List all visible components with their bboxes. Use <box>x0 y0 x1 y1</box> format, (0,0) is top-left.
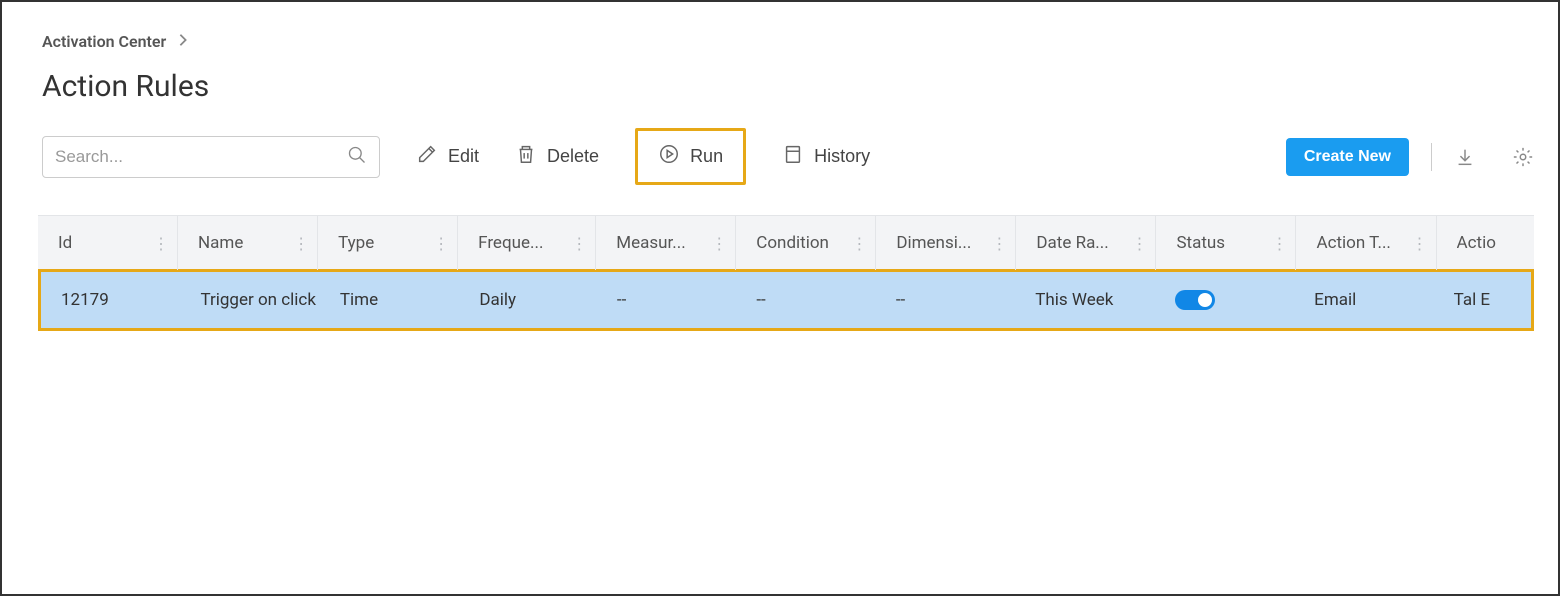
edit-label: Edit <box>448 146 479 167</box>
column-menu-icon[interactable]: ⋮ <box>153 234 169 253</box>
cell-type: Time <box>320 272 459 328</box>
edit-button[interactable]: Edit <box>416 143 479 170</box>
data-table: Id⋮ Name⋮ Type⋮ Freque...⋮ Measur...⋮ Co… <box>38 215 1534 331</box>
status-toggle[interactable] <box>1175 290 1215 310</box>
column-header-type[interactable]: Type⋮ <box>318 216 458 270</box>
settings-button[interactable] <box>1512 146 1534 168</box>
search-box[interactable] <box>42 136 380 178</box>
toggle-knob <box>1198 293 1212 307</box>
toolbar: Edit Delete Run History Create New <box>2 128 1558 185</box>
cell-measure: -- <box>597 272 736 328</box>
history-icon <box>782 143 804 170</box>
column-header-dimension[interactable]: Dimensi...⋮ <box>876 216 1016 270</box>
breadcrumb-item[interactable]: Activation Center <box>42 32 166 51</box>
cell-status <box>1155 272 1294 328</box>
chevron-right-icon <box>178 32 188 51</box>
page-title: Action Rules <box>2 69 1558 104</box>
column-header-frequency[interactable]: Freque...⋮ <box>458 216 596 270</box>
run-label: Run <box>690 146 723 167</box>
column-menu-icon[interactable]: ⋮ <box>293 234 309 253</box>
column-header-action-type[interactable]: Action T...⋮ <box>1296 216 1436 270</box>
run-button[interactable]: Run <box>635 128 746 185</box>
column-menu-icon[interactable]: ⋮ <box>433 234 449 253</box>
trash-icon <box>515 143 537 170</box>
table-row[interactable]: 12179 Trigger on click Time Daily -- -- … <box>38 269 1534 331</box>
column-header-id[interactable]: Id⋮ <box>38 216 178 270</box>
column-menu-icon[interactable]: ⋮ <box>991 234 1007 253</box>
column-menu-icon[interactable]: ⋮ <box>1412 234 1428 253</box>
cell-action-type: Email <box>1294 272 1433 328</box>
cell-condition: -- <box>736 272 875 328</box>
download-button[interactable] <box>1454 146 1476 168</box>
column-menu-icon[interactable]: ⋮ <box>711 234 727 253</box>
column-menu-icon[interactable]: ⋮ <box>851 234 867 253</box>
delete-label: Delete <box>547 146 599 167</box>
create-new-button[interactable]: Create New <box>1286 138 1409 176</box>
delete-button[interactable]: Delete <box>515 143 599 170</box>
column-menu-icon[interactable]: ⋮ <box>571 234 587 253</box>
cell-name: Trigger on click <box>180 272 319 328</box>
history-button[interactable]: History <box>782 143 870 170</box>
column-menu-icon[interactable]: ⋮ <box>1271 234 1287 253</box>
column-header-condition[interactable]: Condition⋮ <box>736 216 876 270</box>
column-header-name[interactable]: Name⋮ <box>178 216 318 270</box>
table-header: Id⋮ Name⋮ Type⋮ Freque...⋮ Measur...⋮ Co… <box>38 215 1534 271</box>
cell-frequency: Daily <box>459 272 597 328</box>
column-menu-icon[interactable]: ⋮ <box>1131 234 1147 253</box>
search-icon[interactable] <box>347 145 367 169</box>
pencil-icon <box>416 143 438 170</box>
play-circle-icon <box>658 143 680 170</box>
column-header-action[interactable]: Actio <box>1437 216 1535 270</box>
search-input[interactable] <box>55 147 339 167</box>
cell-id: 12179 <box>41 272 180 328</box>
breadcrumb: Activation Center <box>2 32 1558 51</box>
column-header-date-range[interactable]: Date Ra...⋮ <box>1016 216 1156 270</box>
history-label: History <box>814 146 870 167</box>
cell-dimension: -- <box>876 272 1015 328</box>
cell-date-range: This Week <box>1015 272 1154 328</box>
divider <box>1431 143 1432 171</box>
column-header-measure[interactable]: Measur...⋮ <box>596 216 736 270</box>
cell-action: Tal E <box>1434 272 1531 328</box>
column-header-status[interactable]: Status⋮ <box>1156 216 1296 270</box>
